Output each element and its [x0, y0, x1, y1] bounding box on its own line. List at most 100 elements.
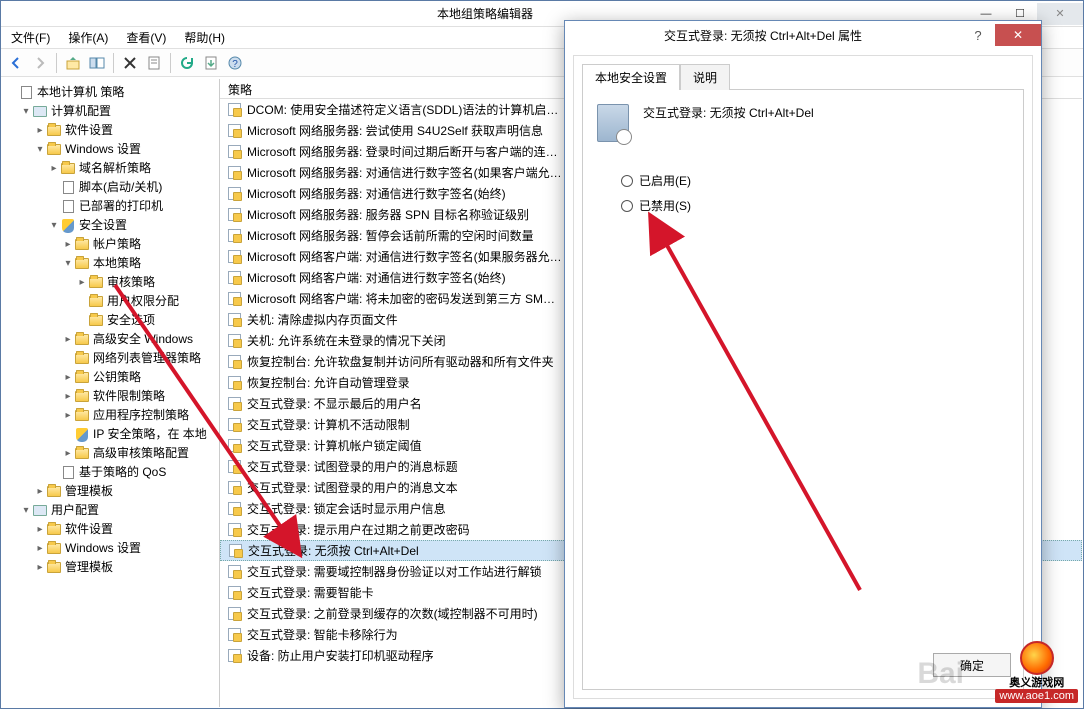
expand-toggle-icon[interactable]: ▸ [34, 558, 46, 577]
tree-node[interactable]: 基于策略的 QoS [6, 463, 219, 482]
expand-toggle-icon[interactable]: ▾ [20, 102, 32, 121]
policy-item-icon [226, 459, 242, 475]
list-item-label: Microsoft 网络服务器: 尝试使用 S4U2Self 获取声明信息 [247, 122, 543, 139]
shield-icon [60, 218, 76, 234]
expand-toggle-icon[interactable]: ▸ [62, 330, 74, 349]
tree-node[interactable]: ▾Windows 设置 [6, 140, 219, 159]
refresh-button[interactable] [176, 52, 198, 74]
menu-file[interactable]: 文件(F) [7, 27, 54, 48]
tree-node[interactable]: ▸ 高级安全 Windows [6, 330, 219, 349]
tree-node-label: 软件限制策略 [93, 387, 165, 406]
tree-node[interactable]: ▸软件设置 [6, 520, 219, 539]
tree-node[interactable]: ▸公钥策略 [6, 368, 219, 387]
tree-node[interactable]: ▸应用程序控制策略 [6, 406, 219, 425]
delete-button[interactable] [119, 52, 141, 74]
shield-icon [74, 427, 90, 443]
tree-pane[interactable]: 本地计算机 策略▾计算机配置▸软件设置▾Windows 设置▸域名解析策略脚本(… [2, 79, 220, 707]
tree-node[interactable]: ▸审核策略 [6, 273, 219, 292]
folder-icon [74, 446, 90, 462]
expand-toggle-icon[interactable]: ▸ [76, 273, 88, 292]
tree-node[interactable]: 脚本(启动/关机) [6, 178, 219, 197]
expand-toggle-icon[interactable]: ▾ [20, 501, 32, 520]
back-button[interactable] [5, 52, 27, 74]
expand-toggle-icon[interactable]: ▸ [48, 159, 60, 178]
tree-node[interactable]: 本地计算机 策略 [6, 83, 219, 102]
tab-local-security[interactable]: 本地安全设置 [582, 64, 680, 90]
tree-node[interactable]: ▸管理模板 [6, 558, 219, 577]
policy-item-icon [226, 102, 242, 118]
list-item-label: 关机: 允许系统在未登录的情况下关闭 [247, 332, 446, 349]
properties-button[interactable] [143, 52, 165, 74]
menu-view[interactable]: 查看(V) [122, 27, 170, 48]
tree-node[interactable]: 安全选项 [6, 311, 219, 330]
export-button[interactable] [200, 52, 222, 74]
tree-node[interactable]: 用户权限分配 [6, 292, 219, 311]
tree-node[interactable]: ▸域名解析策略 [6, 159, 219, 178]
flame-icon [1020, 641, 1054, 675]
expand-toggle-icon[interactable]: ▸ [62, 387, 74, 406]
tab-content: 交互式登录: 无须按 Ctrl+Alt+Del 已启用(E) 已禁用(S) 确定 [582, 90, 1024, 690]
tree-node[interactable]: ▸帐户策略 [6, 235, 219, 254]
policy-item-icon [226, 564, 242, 580]
tree-node[interactable]: ▾ 计算机配置 [6, 102, 219, 121]
tree-node[interactable]: ▸ Windows 设置 [6, 539, 219, 558]
tree-node[interactable]: IP 安全策略，在 本地 [6, 425, 219, 444]
dialog-close-button[interactable]: ✕ [995, 24, 1041, 46]
list-item-label: 交互式登录: 计算机不活动限制 [247, 416, 410, 433]
expand-toggle-icon[interactable]: ▸ [34, 482, 46, 501]
tree-node-label: 本地计算机 策略 [37, 83, 124, 102]
folder-icon [74, 408, 90, 424]
list-item-label: 恢复控制台: 允许软盘复制并访问所有驱动器和所有文件夹 [247, 353, 554, 370]
folder-icon [88, 294, 104, 310]
expand-toggle-icon[interactable]: ▸ [62, 235, 74, 254]
tab-explain[interactable]: 说明 [680, 64, 730, 90]
dialog-titlebar: 交互式登录: 无须按 Ctrl+Alt+Del 属性 ? ✕ [565, 21, 1041, 49]
radio-enabled-row[interactable]: 已启用(E) [621, 172, 985, 189]
expand-toggle-icon[interactable]: ▸ [62, 444, 74, 463]
folder-icon [60, 161, 76, 177]
list-item-label: Microsoft 网络客户端: 将未加密的密码发送到第三方 SM… [247, 290, 555, 307]
menu-action[interactable]: 操作(A) [64, 27, 112, 48]
expand-toggle-icon[interactable]: ▸ [34, 520, 46, 539]
tree-node[interactable]: ▸ 软件设置 [6, 121, 219, 140]
dialog-help-button[interactable]: ? [961, 28, 995, 43]
forward-button[interactable] [29, 52, 51, 74]
dialog-body: 本地安全设置 说明 交互式登录: 无须按 Ctrl+Alt+Del 已启用(E)… [573, 55, 1033, 699]
expand-toggle-icon[interactable]: ▸ [62, 406, 74, 425]
tree-node[interactable]: ▸管理模板 [6, 482, 219, 501]
help-button[interactable]: ? [224, 52, 246, 74]
close-button[interactable]: ✕ [1037, 3, 1083, 25]
tree-node[interactable]: ▾本地策略 [6, 254, 219, 273]
tree-node[interactable]: ▾用户配置 [6, 501, 219, 520]
tree-node[interactable]: 网络列表管理器策略 [6, 349, 219, 368]
tree-node[interactable]: 已部署的打印机 [6, 197, 219, 216]
tree-node[interactable]: ▾安全设置 [6, 216, 219, 235]
policy-item-icon [226, 396, 242, 412]
radio-enabled[interactable] [621, 175, 633, 187]
expand-toggle-icon[interactable]: ▾ [34, 140, 46, 159]
tree-node-label: 软件设置 [65, 121, 113, 140]
expand-toggle-icon[interactable]: ▸ [62, 368, 74, 387]
expand-toggle-icon[interactable]: ▾ [48, 216, 60, 235]
folder-icon [74, 351, 90, 367]
tree-node-label: 计算机配置 [51, 102, 111, 121]
tree-node-label: 高级安全 Windows [93, 330, 193, 349]
policy-item-icon [226, 438, 242, 454]
show-hide-tree-button[interactable] [86, 52, 108, 74]
menu-help[interactable]: 帮助(H) [180, 27, 229, 48]
radio-disabled-row[interactable]: 已禁用(S) [621, 197, 985, 214]
tree-node-label: Windows 设置 [65, 539, 141, 558]
policy-item-icon [226, 354, 242, 370]
up-button[interactable] [62, 52, 84, 74]
expand-toggle-icon[interactable]: ▾ [62, 254, 74, 273]
policy-item-icon [227, 543, 243, 559]
list-item-label: 交互式登录: 提示用户在过期之前更改密码 [247, 521, 470, 538]
list-item-label: 交互式登录: 不显示最后的用户名 [247, 395, 422, 412]
expand-toggle-icon[interactable]: ▸ [34, 121, 46, 140]
tree-node[interactable]: ▸高级审核策略配置 [6, 444, 219, 463]
expand-toggle-icon[interactable]: ▸ [34, 539, 46, 558]
tree-node[interactable]: ▸ 软件限制策略 [6, 387, 219, 406]
policy-item-icon [226, 375, 242, 391]
radio-disabled[interactable] [621, 200, 633, 212]
policy-header: 交互式登录: 无须按 Ctrl+Alt+Del [597, 104, 1009, 142]
